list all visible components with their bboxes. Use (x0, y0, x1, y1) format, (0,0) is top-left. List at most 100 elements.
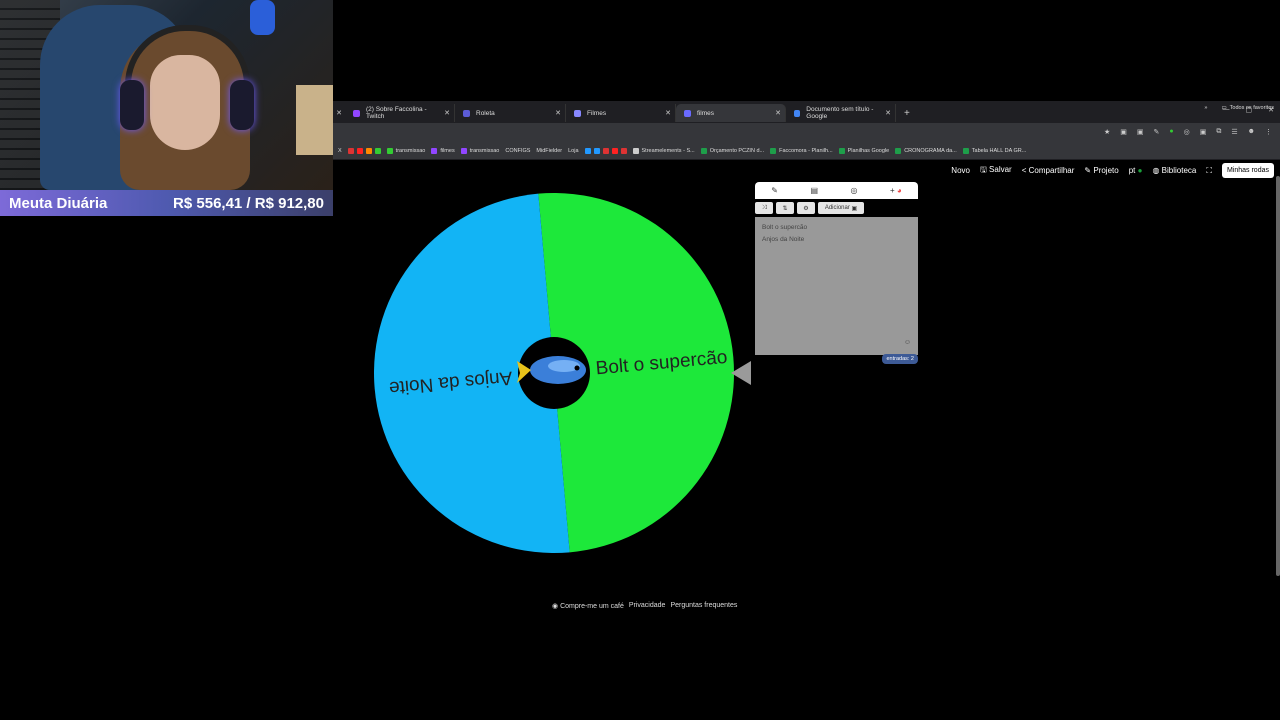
save-button[interactable]: 🖫 Salvar (980, 164, 1012, 178)
pen-icon[interactable]: ✎ (1154, 128, 1160, 136)
bookmark-item[interactable]: CRONOGRAMA da... (895, 148, 957, 154)
wheel-svg[interactable]: Bolt o supercão Anjos da Noite (374, 193, 734, 553)
settings-button[interactable]: ⚙ (797, 202, 815, 214)
bookmark-item[interactable]: Loja (568, 148, 578, 154)
tab-filmes-active[interactable]: filmes ✕ (676, 104, 786, 122)
panel-tools: ⤨ ⇅ ⚙ Adicionar ▣ (755, 202, 918, 214)
bookmark-item[interactable]: transmissao (460, 148, 499, 154)
add-label: Adicionar (824, 205, 850, 211)
new-tab-button[interactable]: + (904, 108, 910, 119)
my-wheels-button[interactable]: Minhas rodas (1221, 163, 1274, 178)
bookmark-item[interactable]: Tabela HALL DA GR... (962, 148, 1027, 154)
tab-filmes[interactable]: Filmes ✕ (566, 104, 676, 122)
project-button[interactable]: ✎ Projeto (1084, 166, 1118, 175)
close-icon[interactable]: ✕ (885, 109, 891, 117)
pencil-icon[interactable]: ✎ (771, 186, 778, 195)
star-icon[interactable]: ★ (1104, 128, 1110, 136)
bookmark-item[interactable]: transmissao (386, 148, 425, 154)
bookmark-label: CONFIGS (505, 148, 531, 154)
address-bar[interactable]: ★ ▣ ▣ ✎ ● ◎ ▣ ⧉ ☰ ☻ ⋮ (333, 123, 1280, 143)
close-icon[interactable]: ✕ (555, 109, 561, 117)
bookmark-item[interactable]: Planilhas Google (838, 148, 889, 154)
tab-roleta[interactable]: Roleta ✕ (455, 104, 566, 122)
tab-google-docs[interactable]: Documento sem título - Google ✕ (786, 104, 896, 122)
bookmark-label: Tabela HALL DA GR... (971, 148, 1027, 154)
extension-icon[interactable]: ● (1169, 128, 1173, 136)
bookmark-item[interactable]: Orçamento PCZIN d... (700, 148, 765, 154)
spin-wheel[interactable]: Bolt o supercão Anjos da Noite (374, 193, 734, 553)
all-bookmarks-folder[interactable]: ▭ Todos os favoritos (1221, 105, 1274, 111)
extension-icon[interactable]: ◎ (1184, 128, 1190, 136)
kick-icon[interactable] (374, 148, 381, 154)
bookmark-item[interactable]: Streamelements - S... (632, 148, 695, 154)
red-icon[interactable] (602, 148, 609, 154)
fullscreen-icon[interactable]: ⛶ (1206, 166, 1212, 176)
extension-icon[interactable]: ☰ (1231, 128, 1237, 136)
sheets-icon (770, 148, 777, 154)
blue-icon[interactable] (584, 148, 591, 154)
bookmark-x[interactable]: X (338, 148, 342, 154)
drive-icon (574, 109, 581, 117)
chrome-icon[interactable] (593, 148, 600, 154)
tab-twitch[interactable]: (2) Sobre Faccolina - Twitch ✕ (345, 104, 455, 122)
entries-panel: ✎ ▤ ◎ + ◕ ⤨ ⇅ ⚙ Adicionar ▣ Bolt o super… (755, 182, 918, 364)
emoji-icon[interactable]: ☺ (904, 337, 911, 349)
youtube-icon[interactable] (356, 148, 363, 154)
save-label: Salvar (989, 164, 1012, 174)
bookmark-icons (584, 148, 627, 154)
tab-label: Filmes (587, 109, 607, 117)
sheets-icon (700, 148, 707, 154)
language-button[interactable]: pt ● (1129, 166, 1143, 175)
close-icon[interactable]: ✕ (665, 109, 671, 117)
eye-off-icon[interactable]: ◎ (851, 186, 858, 195)
privacy-link[interactable]: Privacidade (629, 602, 666, 610)
bookmark-item[interactable]: filmes (431, 148, 455, 154)
red-icon[interactable] (347, 148, 354, 154)
bookmark-label: Orçamento PCZIN d... (709, 148, 765, 154)
puzzle-icon[interactable]: ⧉ (1216, 128, 1221, 136)
entries-textarea[interactable]: Bolt o supercão Anjos da Noite ☺ (755, 217, 918, 355)
shuffle-icon: ⤨ (761, 204, 767, 211)
share-button[interactable]: < Compartilhar (1022, 166, 1075, 175)
share-label: Compartilhar (1028, 166, 1075, 175)
clipboard-icon[interactable]: ▤ (810, 186, 818, 195)
library-button[interactable]: ◍ Biblioteca (1152, 166, 1196, 175)
mail-icon[interactable] (611, 148, 618, 154)
page-scrollbar[interactable] (1276, 176, 1280, 576)
sort-button[interactable]: ⇅ (776, 202, 794, 214)
donation-label: Meuta Diuária (9, 194, 108, 212)
extension-icon[interactable]: ▣ (1137, 128, 1144, 136)
new-button[interactable]: Novo (951, 166, 970, 175)
bookmark-item[interactable]: CONFIGS (505, 148, 530, 154)
flag-icon: ● (1137, 166, 1143, 175)
close-icon[interactable]: ✕ (333, 109, 345, 117)
sheets-icon (895, 148, 902, 154)
wheel-icon (463, 109, 470, 117)
coffee-link[interactable]: ◉ Compre-me um café (552, 602, 624, 610)
bookmark-item[interactable]: MidFielder (536, 148, 562, 154)
profile-icon[interactable]: ☻ (1248, 128, 1255, 136)
faq-link[interactable]: Perguntas frequentes (670, 602, 737, 610)
bookmark-label: Loja (568, 148, 579, 154)
chevron-right-icon[interactable]: » (1204, 105, 1207, 111)
extension-icon[interactable]: ▣ (1120, 128, 1127, 136)
footer-links: ◉ Compre-me um café Privacidade Pergunta… (552, 602, 737, 610)
menu-icon[interactable]: ⋮ (1265, 128, 1272, 136)
close-icon[interactable]: ✕ (444, 109, 450, 117)
red-icon[interactable] (620, 148, 627, 154)
orange-icon[interactable] (365, 148, 372, 154)
tab-label: Roleta (476, 109, 495, 117)
share-icon: < (1021, 166, 1029, 175)
wheel-icon (684, 109, 691, 117)
image-icon: ▣ (851, 205, 858, 212)
add-image-button[interactable]: Adicionar ▣ (818, 202, 864, 214)
shuffle-button[interactable]: ⤨ (755, 202, 773, 214)
extension-icon[interactable]: ▣ (1200, 128, 1207, 136)
close-icon[interactable]: ✕ (775, 109, 781, 117)
coffee-label: Compre-me um café (560, 603, 624, 610)
bookmark-label: MidFielder (536, 148, 563, 154)
bookmark-label: Faccomora - Planilh... (779, 148, 833, 154)
bookmark-item[interactable]: Faccomora - Planilh... (770, 148, 833, 154)
add-color-button[interactable]: + ◕ (890, 186, 902, 195)
bookmark-label: Streamelements - S... (641, 148, 695, 154)
